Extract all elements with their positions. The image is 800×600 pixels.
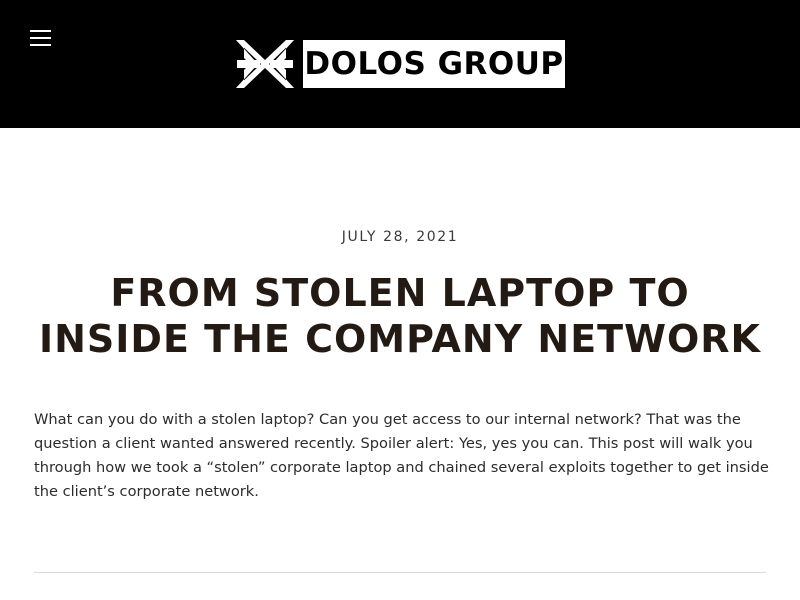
post-title[interactable]: FROM STOLEN LAPTOP TO INSIDE THE COMPANY… — [30, 270, 770, 362]
site-logo[interactable]: DOLOS GROUP — [236, 40, 565, 88]
menu-bar-icon — [30, 37, 51, 39]
site-header: DOLOS GROUP — [0, 0, 800, 128]
post-date: JULY 28, 2021 — [341, 229, 459, 245]
content-divider — [34, 572, 766, 573]
logo-wordmark: DOLOS GROUP — [303, 40, 565, 88]
menu-button[interactable] — [28, 28, 54, 48]
menu-bar-icon — [30, 44, 51, 46]
post-excerpt: What can you do with a stolen laptop? Ca… — [34, 411, 769, 500]
dolos-logo-mark-icon — [236, 40, 294, 88]
menu-bar-icon — [30, 30, 51, 32]
